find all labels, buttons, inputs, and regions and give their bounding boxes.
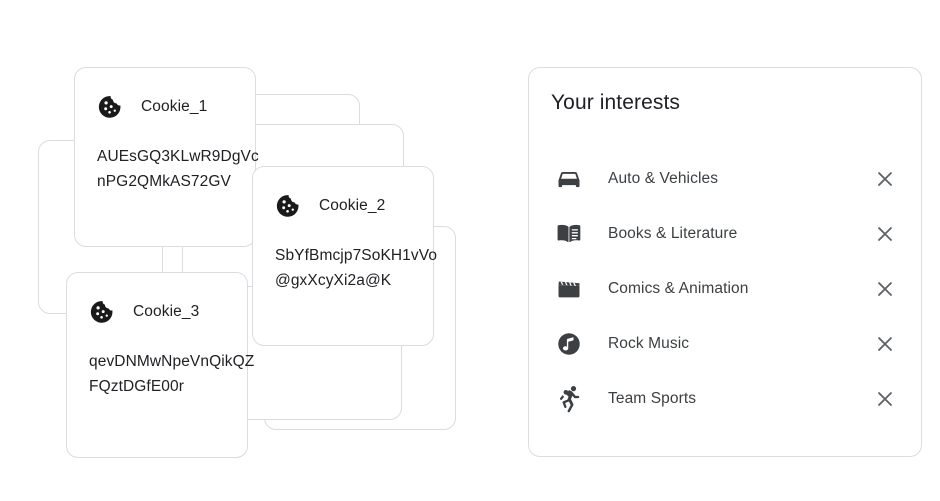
cookie-card-value: qevDNMwNpeVnQikQZFQztDGfE00r — [89, 353, 255, 395]
cookie-card-title: Cookie_1 — [141, 98, 208, 115]
cookie-card-value: SbYfBmcjp7SoKH1vVo@gxXcyXi2a@K — [275, 247, 438, 289]
open-book-icon — [554, 219, 584, 249]
interest-row: Team Sports — [529, 371, 921, 426]
music-note-icon — [554, 329, 584, 359]
cookie-icon — [275, 193, 301, 219]
remove-interest-button[interactable] — [871, 220, 899, 248]
interest-label: Team Sports — [608, 389, 697, 407]
cookie-card-2[interactable]: Cookie_2 SbYfBmcjp7SoKH1vVo@gxXcyXi2a@K — [252, 166, 437, 346]
interest-label: Books & Literature — [608, 224, 738, 242]
cookie-icon — [97, 94, 123, 120]
interest-row: Books & Literature — [529, 206, 921, 261]
cookie-card-3[interactable]: Cookie_3 qevDNMwNpeVnQikQZFQztDGfE00r — [66, 272, 254, 458]
cookie-card-header: Cookie_2 — [275, 193, 385, 219]
cookie-card-title: Cookie_2 — [319, 197, 386, 214]
cookie-card-header: Cookie_1 — [97, 94, 207, 120]
cookie-card-value: AUEsGQ3KLwR9DgVcnPG2QMkAS72GV — [97, 148, 259, 190]
cookie-card-1[interactable]: Cookie_1 AUEsGQ3KLwR9DgVcnPG2QMkAS72GV — [74, 67, 259, 247]
clapperboard-icon — [554, 274, 584, 304]
cookie-card-header: Cookie_3 — [89, 299, 199, 325]
remove-interest-button[interactable] — [871, 165, 899, 193]
screenshot-root: Cookie_1 AUEsGQ3KLwR9DgVcnPG2QMkAS72GV Coo… — [0, 0, 940, 501]
cookie-card-title: Cookie_3 — [133, 303, 200, 320]
car-icon — [554, 164, 584, 194]
close-icon — [874, 388, 896, 410]
interest-row: Comics & Animation — [529, 261, 921, 316]
cookie-icon — [89, 299, 115, 325]
interest-row: Rock Music — [529, 316, 921, 371]
interests-list: Auto & Vehicles Books & Literature Comics … — [529, 151, 921, 426]
interests-panel: Your interests Auto & Vehicles Books & Li… — [528, 67, 922, 457]
cookie-card-stack: Cookie_1 AUEsGQ3KLwR9DgVcnPG2QMkAS72GV Coo… — [0, 0, 500, 501]
interest-label: Rock Music — [608, 334, 690, 352]
interest-label: Auto & Vehicles — [608, 169, 719, 187]
close-icon — [874, 333, 896, 355]
interest-row: Auto & Vehicles — [529, 151, 921, 206]
remove-interest-button[interactable] — [871, 330, 899, 358]
handball-player-icon — [554, 384, 584, 414]
page-title: Your interests — [551, 91, 681, 114]
remove-interest-button[interactable] — [871, 385, 899, 413]
close-icon — [874, 223, 896, 245]
close-icon — [874, 278, 896, 300]
remove-interest-button[interactable] — [871, 275, 899, 303]
interest-label: Comics & Animation — [608, 279, 749, 297]
close-icon — [874, 168, 896, 190]
